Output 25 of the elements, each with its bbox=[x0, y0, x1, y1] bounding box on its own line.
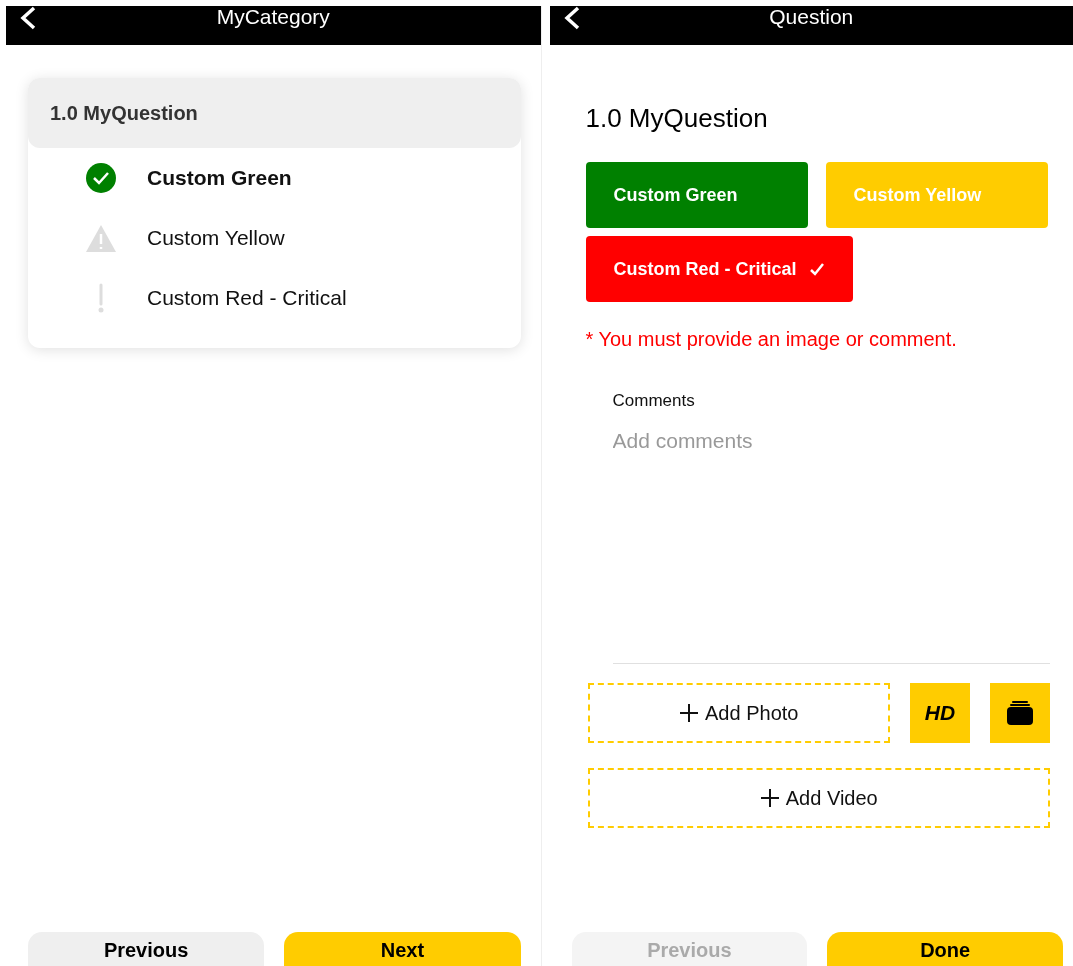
primary-button[interactable]: Next bbox=[284, 932, 521, 966]
answer-item[interactable]: Custom Red - Critical bbox=[147, 286, 347, 310]
plus-icon bbox=[679, 703, 700, 723]
check-icon bbox=[808, 262, 825, 276]
error-message: * You must provide an image or comment. bbox=[585, 328, 958, 351]
check-circle-icon bbox=[85, 162, 117, 194]
question-title: 1.0 MyQuestion bbox=[585, 103, 769, 134]
add-video-button[interactable]: Add Video bbox=[587, 768, 1050, 828]
hd-button[interactable]: HD bbox=[910, 683, 970, 743]
screen-title: MyCategory bbox=[216, 4, 330, 29]
gallery-button[interactable] bbox=[990, 683, 1050, 743]
screen-title: Question bbox=[769, 4, 854, 29]
answer-item[interactable]: Custom Yellow bbox=[147, 226, 285, 250]
back-icon[interactable] bbox=[18, 6, 38, 32]
plus-icon bbox=[759, 788, 780, 808]
stack-icon bbox=[1007, 701, 1033, 725]
add-photo-button[interactable]: Add Photo bbox=[587, 683, 890, 743]
answer-option[interactable]: Custom Green bbox=[585, 162, 808, 228]
previous-button[interactable]: Previous bbox=[28, 932, 265, 966]
comments-label: Comments bbox=[612, 391, 696, 411]
answer-item[interactable]: Custom Green bbox=[147, 166, 292, 190]
question-title: 1.0 MyQuestion bbox=[50, 101, 198, 125]
answer-option[interactable]: Custom Red - Critical bbox=[585, 236, 853, 302]
exclamation-icon bbox=[98, 283, 104, 313]
primary-button[interactable]: Done bbox=[827, 932, 1063, 966]
